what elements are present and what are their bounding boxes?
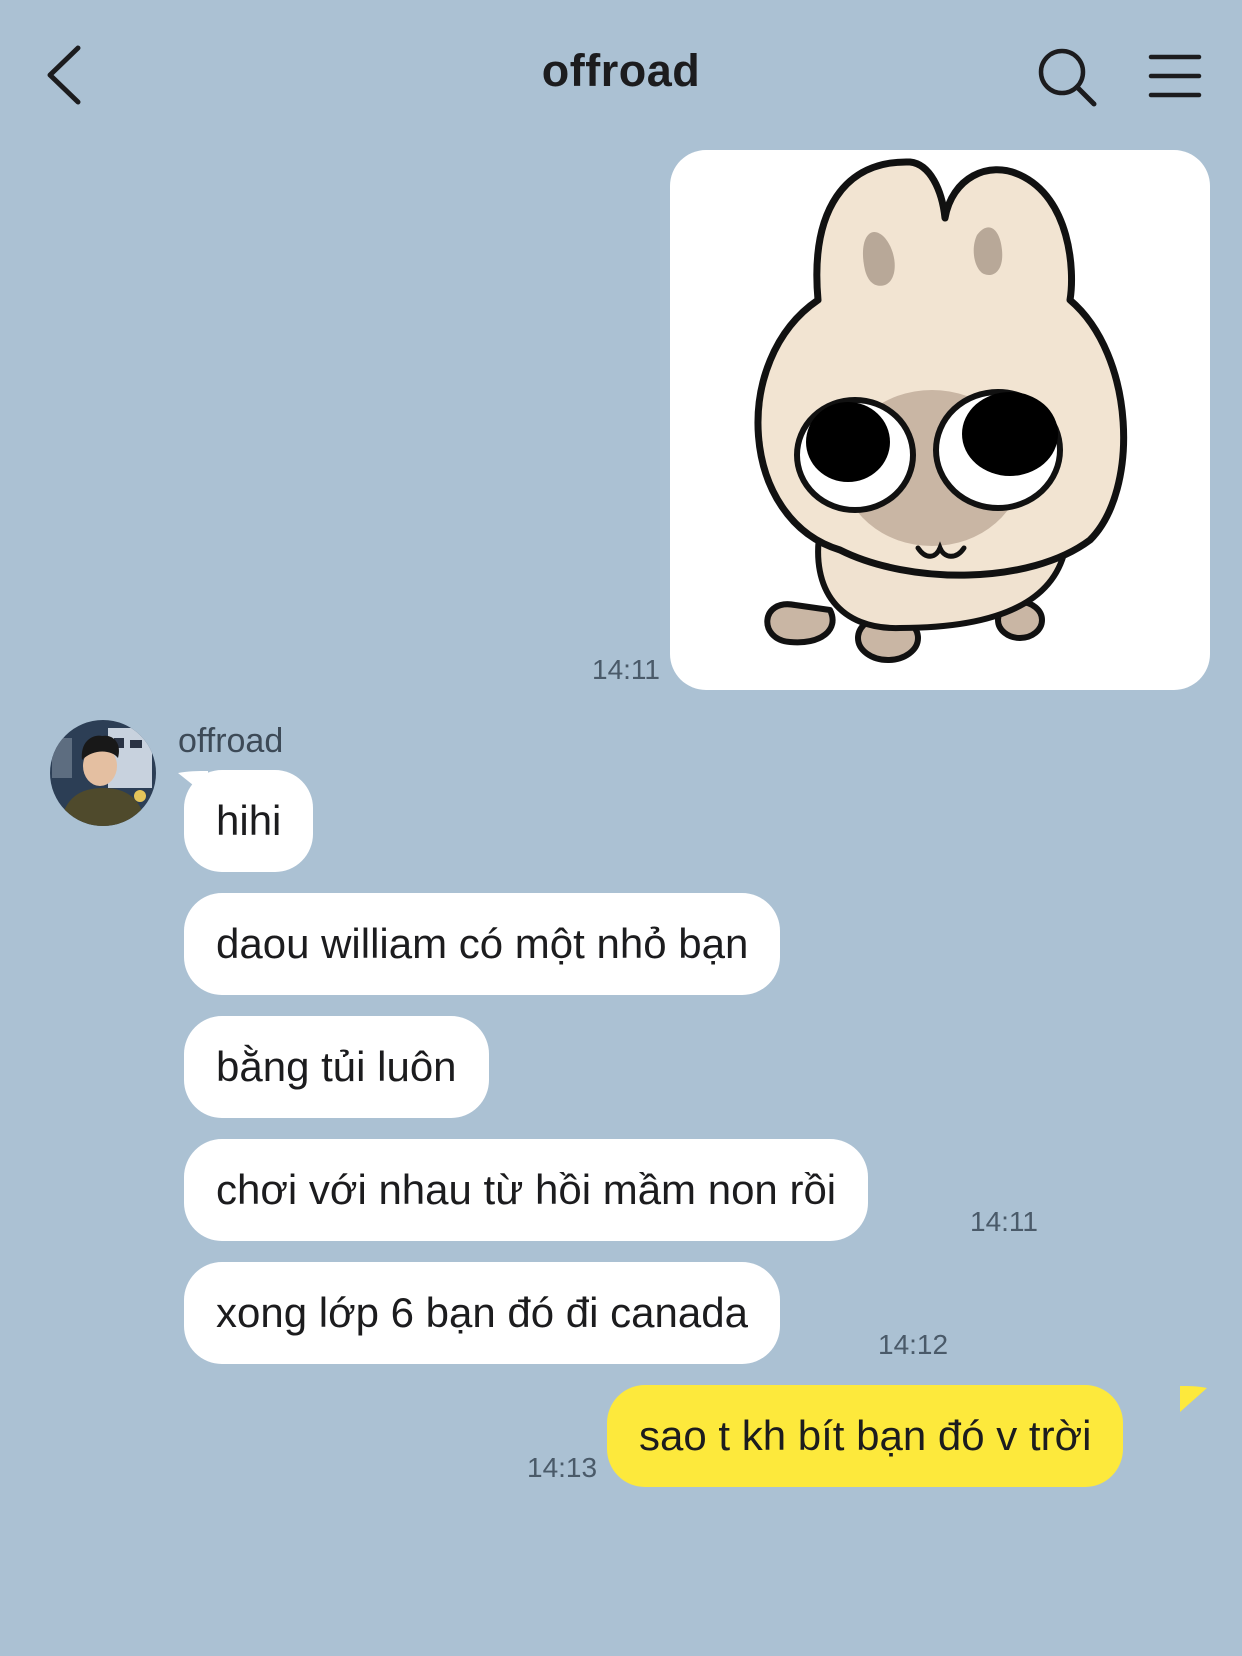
sticker-message[interactable] (670, 150, 1210, 690)
message-timestamp: 14:11 (970, 1206, 1038, 1237)
message-text: xong lớp 6 bạn đó đi canada (216, 1289, 748, 1336)
hamburger-menu-icon (1148, 54, 1202, 98)
message-text: sao t kh bít bạn đó v trời (639, 1412, 1092, 1459)
sticker-timestamp: 14:11 (592, 654, 660, 685)
cat-bunny-sticker-icon (754, 158, 1128, 663)
chat-header: offroad (0, 0, 1242, 150)
sender-name: offroad (178, 722, 284, 760)
message-bubble[interactable]: chơi với nhau từ hồi mầm non rồi (184, 1139, 869, 1241)
message-bubble[interactable]: xong lớp 6 bạn đó đi canada (184, 1262, 780, 1364)
message-bubble[interactable]: daou william có một nhỏ bạn (184, 893, 781, 995)
avatar[interactable] (50, 720, 156, 826)
user-photo-icon (50, 720, 156, 826)
search-icon (1038, 48, 1097, 107)
message-bubble[interactable]: hihi (184, 770, 314, 872)
message-text: chơi với nhau từ hồi mầm non rồi (216, 1166, 837, 1213)
message-bubble[interactable]: bằng tủi luôn (184, 1016, 489, 1118)
search-button[interactable] (1036, 46, 1098, 108)
message-text: bằng tủi luôn (216, 1043, 457, 1090)
bubble-tail-right (1180, 1386, 1207, 1412)
sent-message-bubble[interactable]: sao t kh bít bạn đó v trời (607, 1385, 1124, 1487)
message-text: daou william có một nhỏ bạn (216, 920, 749, 967)
message-text: hihi (216, 797, 282, 844)
sent-timestamp: 14:13 (527, 1452, 598, 1483)
menu-button[interactable] (1148, 52, 1202, 100)
message-timestamp: 14:12 (878, 1329, 949, 1360)
